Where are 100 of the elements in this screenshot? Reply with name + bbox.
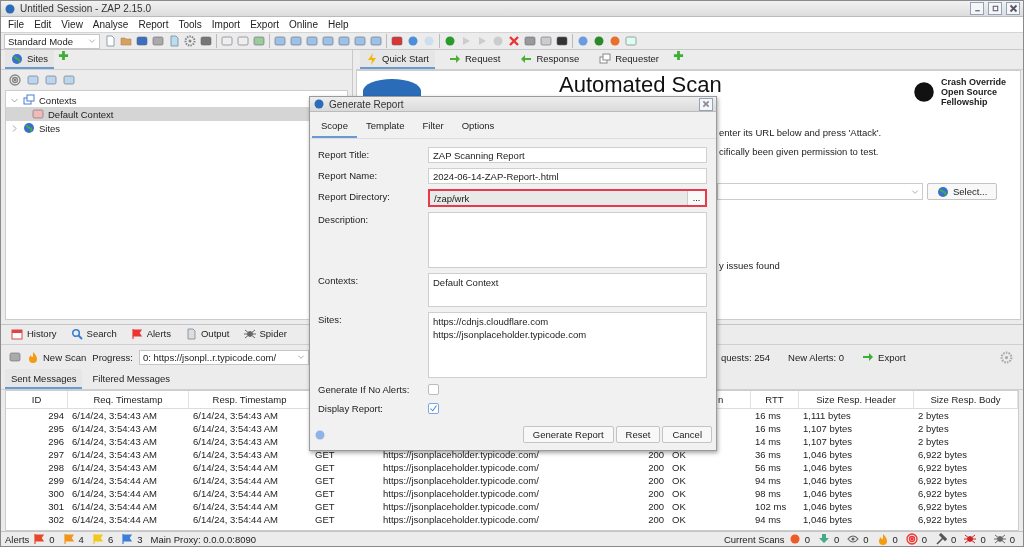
table-cell: 200 bbox=[648, 475, 664, 486]
browse-button[interactable]: ... bbox=[687, 191, 705, 205]
menu-item[interactable]: File bbox=[3, 19, 30, 30]
layout-icon[interactable] bbox=[322, 35, 334, 47]
panel-tab[interactable]: Spider bbox=[237, 325, 293, 344]
settings-icon[interactable] bbox=[1000, 350, 1013, 364]
menu-item[interactable]: View bbox=[56, 19, 88, 30]
dialog-tab[interactable]: Template bbox=[356, 114, 414, 138]
dialog-button[interactable]: Cancel bbox=[662, 426, 712, 443]
dialog-tab[interactable]: Filter bbox=[413, 114, 453, 138]
chevron-icon bbox=[911, 187, 919, 196]
list-item[interactable]: https://cdnjs.cloudflare.com bbox=[433, 315, 702, 328]
panel-tab[interactable]: Search bbox=[64, 325, 123, 344]
dialog-tab[interactable]: Scope bbox=[312, 114, 357, 138]
step-icon[interactable] bbox=[460, 35, 472, 47]
sites-tab[interactable]: Sites bbox=[5, 50, 55, 69]
menu-item[interactable]: Edit bbox=[29, 19, 57, 30]
table-cell: 16 ms bbox=[755, 410, 781, 421]
column-header[interactable]: ID bbox=[31, 394, 42, 405]
mode-select[interactable]: Standard Mode bbox=[4, 33, 100, 49]
chevron-icon[interactable] bbox=[10, 123, 19, 133]
checkbox[interactable] bbox=[428, 384, 439, 395]
text-field[interactable]: ZAP Scanning Report bbox=[428, 147, 707, 163]
windows-icon bbox=[23, 94, 35, 106]
circle-icon[interactable] bbox=[593, 35, 605, 47]
tree-item[interactable]: Contexts bbox=[10, 93, 77, 107]
table-cell: GET bbox=[315, 514, 335, 525]
menu-item[interactable]: Tools bbox=[173, 19, 207, 30]
panel-tab[interactable]: Alerts bbox=[124, 325, 177, 344]
list-item[interactable]: Default Context bbox=[433, 276, 702, 289]
add-icon[interactable] bbox=[673, 50, 684, 61]
workspace-tab[interactable]: Quick Start bbox=[360, 50, 435, 69]
progress-select[interactable]: 0: https://jsonpl..r.typicode.com/ bbox=[138, 349, 309, 365]
maximize-button[interactable] bbox=[988, 2, 1002, 15]
description-field[interactable] bbox=[428, 212, 707, 268]
new-document-icon[interactable] bbox=[104, 35, 116, 47]
document-icon[interactable] bbox=[168, 35, 180, 47]
menu-item[interactable]: Analyse bbox=[87, 19, 134, 30]
layout-icon[interactable] bbox=[306, 35, 318, 47]
list-item[interactable]: https://jsonplaceholder.typicode.com bbox=[433, 328, 702, 341]
text-field[interactable]: 2024-06-14-ZAP-Report-.html bbox=[428, 168, 707, 184]
document-icon bbox=[184, 327, 197, 340]
checkbox-label: Generate If No Alerts: bbox=[318, 383, 411, 395]
layout-icon[interactable] bbox=[274, 35, 286, 47]
gear-icon[interactable] bbox=[184, 35, 196, 47]
play-icon[interactable] bbox=[476, 35, 488, 47]
layout-icon[interactable] bbox=[338, 35, 350, 47]
layout-icon[interactable] bbox=[290, 35, 302, 47]
search-icon bbox=[70, 327, 83, 340]
checkbox[interactable] bbox=[428, 403, 439, 414]
column-header[interactable]: RTT bbox=[765, 394, 784, 405]
table-cell: 297 bbox=[48, 449, 64, 460]
workspace-tab[interactable]: Response bbox=[514, 50, 586, 69]
table-cell: 36 ms bbox=[755, 449, 781, 460]
minimize-button[interactable] bbox=[970, 2, 984, 15]
panel-tab[interactable]: Output bbox=[178, 325, 236, 344]
layout-icon[interactable] bbox=[354, 35, 366, 47]
alerts-label: Alerts bbox=[5, 533, 30, 545]
panel-tab[interactable]: History bbox=[5, 325, 63, 344]
tree-item[interactable]: Sites bbox=[10, 121, 61, 135]
workspace-tab[interactable]: Requester bbox=[593, 50, 665, 69]
table-cell: 200 bbox=[648, 449, 664, 460]
menu-item[interactable]: Report bbox=[133, 19, 174, 30]
column-header[interactable]: Size Resp. Header bbox=[816, 394, 896, 405]
eye-icon bbox=[847, 533, 860, 545]
column-header[interactable]: Size Resp. Body bbox=[930, 394, 1001, 405]
table-cell: 1,107 bytes bbox=[803, 423, 853, 434]
table-cell: OK bbox=[672, 449, 686, 460]
field-label: Report Directory: bbox=[318, 190, 391, 202]
dialog-tab[interactable]: Options bbox=[452, 114, 504, 138]
column-header[interactable]: Resp. Timestamp bbox=[212, 394, 287, 405]
close-button[interactable] bbox=[699, 97, 713, 111]
workspace-tab[interactable]: Request bbox=[443, 50, 507, 69]
menu-item[interactable]: Export bbox=[245, 19, 285, 30]
url-field[interactable] bbox=[717, 183, 923, 200]
add-icon[interactable] bbox=[58, 50, 70, 61]
table-cell: OK bbox=[672, 501, 686, 512]
dialog-button[interactable]: Reset bbox=[615, 426, 661, 443]
close-button[interactable] bbox=[1006, 2, 1020, 15]
table-cell: 6/14/24, 3:54:43 AM bbox=[72, 449, 158, 460]
circle-icon[interactable] bbox=[444, 35, 456, 47]
table-cell: 1,046 bytes bbox=[803, 449, 853, 460]
message-tab[interactable]: Filtered Messages bbox=[86, 369, 177, 389]
message-tab[interactable]: Sent Messages bbox=[5, 369, 83, 389]
column-header[interactable]: Req. Timestamp bbox=[93, 394, 163, 405]
directory-field[interactable]: /zap/wrk ... bbox=[428, 189, 707, 207]
menu-item[interactable]: Help bbox=[322, 19, 354, 30]
dialog-button[interactable]: Generate Report bbox=[522, 426, 614, 443]
scan-count: 0 bbox=[1009, 533, 1015, 545]
folder-icon[interactable] bbox=[120, 35, 132, 47]
table-cell: 6/14/24, 3:54:43 AM bbox=[72, 436, 158, 447]
layout-icon[interactable] bbox=[370, 35, 382, 47]
menu-item[interactable]: Online bbox=[284, 19, 323, 30]
menu-item[interactable]: Import bbox=[206, 19, 246, 30]
table-cell: GET bbox=[315, 475, 335, 486]
window-title: Untitled Session - ZAP 2.15.0 bbox=[20, 3, 152, 14]
export-button[interactable]: Export bbox=[862, 348, 906, 366]
select-button[interactable]: Select... bbox=[927, 183, 998, 200]
new-scan-button[interactable]: New Scan bbox=[27, 348, 87, 366]
cross-icon[interactable] bbox=[508, 35, 520, 47]
